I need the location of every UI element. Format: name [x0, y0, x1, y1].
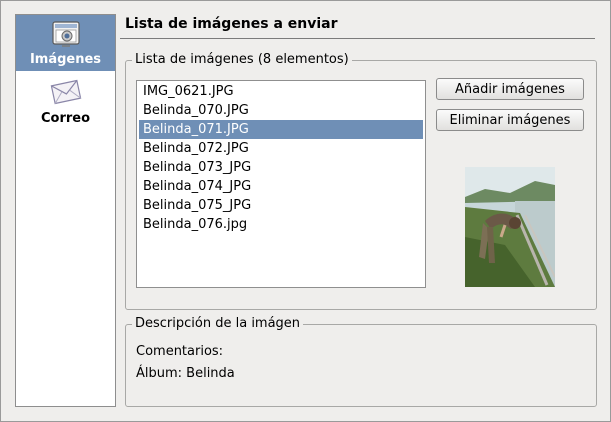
photo-thumbnail — [465, 167, 555, 287]
add-images-button[interactable]: Añadir imágenes — [436, 78, 584, 100]
list-item[interactable]: Belinda_071.JPG — [139, 120, 423, 139]
dialog-window: Imágenes Correo Lista de imágenes a envi… — [0, 0, 611, 422]
list-item[interactable]: Belinda_070.JPG — [139, 101, 423, 120]
comments-label: Comentarios: — [136, 344, 224, 359]
sidebar-item-mail[interactable]: Correo — [16, 77, 115, 137]
sidebar-item-label: Imágenes — [29, 52, 102, 67]
remove-images-button[interactable]: Eliminar imágenes — [436, 109, 584, 131]
image-list-group: Lista de imágenes (8 elementos) IMG_0621… — [125, 52, 597, 310]
list-item[interactable]: Belinda_074_JPG — [139, 177, 423, 196]
list-item[interactable]: IMG_0621.JPG — [139, 82, 423, 101]
sidebar-item-images[interactable]: Imágenes — [16, 15, 115, 71]
file-listbox[interactable]: IMG_0621.JPG Belinda_070.JPG Belinda_071… — [136, 80, 426, 288]
image-icon — [51, 21, 80, 47]
description-legend: Descripción de la imágen — [132, 316, 304, 331]
list-item[interactable]: Belinda_072.JPG — [139, 139, 423, 158]
album-label: Álbum: Belinda — [136, 366, 235, 381]
sidebar-item-label: Correo — [40, 111, 91, 126]
list-item[interactable]: Belinda_073_JPG — [139, 158, 423, 177]
image-list-legend: Lista de imágenes (8 elementos) — [132, 52, 352, 67]
mail-icon — [50, 79, 81, 105]
page-title: Lista de imágenes a enviar — [125, 16, 338, 32]
list-item[interactable]: Belinda_075_JPG — [139, 196, 423, 215]
image-preview — [465, 167, 555, 287]
title-divider — [120, 38, 595, 39]
sidebar: Imágenes Correo — [15, 14, 116, 407]
description-group: Descripción de la imágen Comentarios: Ál… — [125, 316, 597, 407]
list-item[interactable]: Belinda_076.jpg — [139, 215, 423, 234]
